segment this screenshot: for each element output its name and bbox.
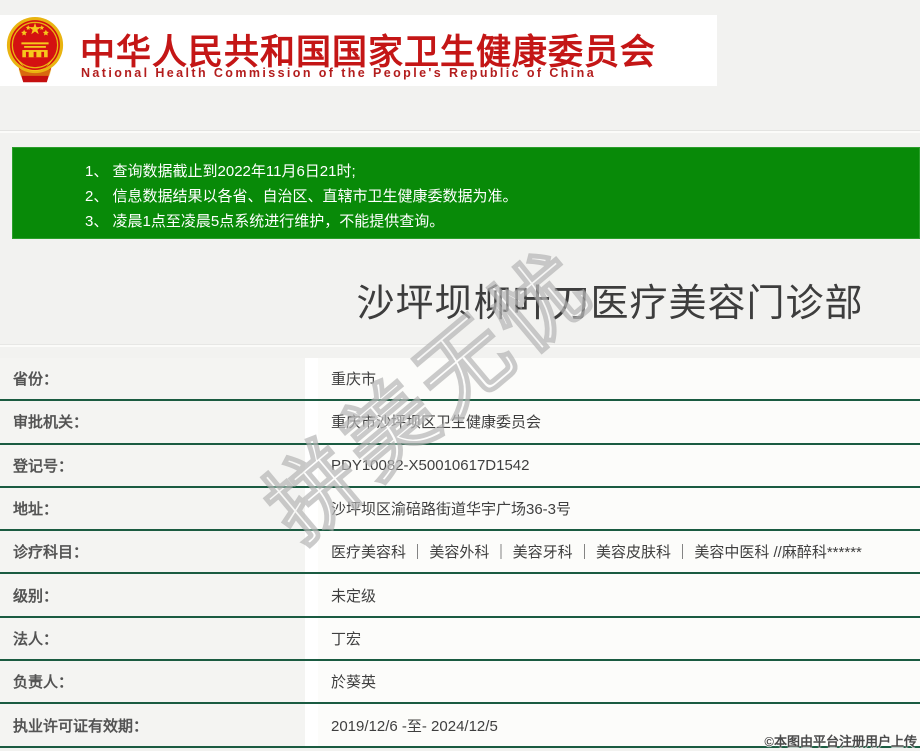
field-value-approval-authority: 重庆市沙坪坝区卫生健康委员会 <box>318 401 920 443</box>
header-divider <box>0 130 920 133</box>
field-value-medical-subjects: 医疗美容科 ｜ 美容外科 ｜ 美容牙科 ｜ 美容皮肤科 ｜ 美容中医科 //麻醉… <box>318 531 920 573</box>
field-label-level: 级别： <box>0 574 305 616</box>
nhc-query-result-page: 中华人民共和国国家卫生健康委员会 National Health Commiss… <box>0 0 920 751</box>
field-value-responsible-person: 於葵英 <box>318 661 920 703</box>
field-label-legal-person: 法人： <box>0 617 305 660</box>
notice-box: 1、 查询数据截止到2022年11月6日21时; 2、 信息数据结果以各省、自治… <box>12 147 920 239</box>
institution-info-table: 省份： 重庆市 审批机关： 重庆市沙坪坝区卫生健康委员会 登记号： PDY100… <box>0 358 920 748</box>
table-row-registration-number: 登记号： PDY10082-X50010617D1542 <box>0 444 920 488</box>
table-row-approval-authority: 审批机关： 重庆市沙坪坝区卫生健康委员会 <box>0 401 920 445</box>
column-gap <box>305 358 318 400</box>
field-label-approval-authority: 审批机关： <box>0 401 305 443</box>
field-value-province: 重庆市 <box>318 358 920 400</box>
column-gap <box>305 531 318 573</box>
field-value-legal-person: 丁宏 <box>318 617 920 660</box>
notice-line-3: 3、 凌晨1点至凌晨5点系统进行维护，不能提供查询。 <box>85 213 445 230</box>
field-value-level: 未定级 <box>318 574 920 616</box>
column-gap <box>305 617 318 660</box>
table-row-province: 省份： 重庆市 <box>0 358 920 402</box>
notice-line-2: 2、 信息数据结果以各省、自治区、直辖市卫生健康委数据为准。 <box>85 188 518 205</box>
column-gap <box>305 661 318 703</box>
site-header: 中华人民共和国国家卫生健康委员会 National Health Commiss… <box>0 15 717 86</box>
table-row-legal-person: 法人： 丁宏 <box>0 617 920 662</box>
column-gap <box>305 704 318 746</box>
column-gap <box>305 574 318 616</box>
field-label-registration-number: 登记号： <box>0 444 305 486</box>
notice-line-1: 1、 查询数据截止到2022年11月6日21时; <box>85 163 356 180</box>
table-row-address: 地址： 沙坪坝区渝碚路街道华宇广场36-3号 <box>0 487 920 532</box>
china-national-emblem-icon <box>6 15 64 86</box>
upload-attribution-stamp: ©本图由平台注册用户上传 <box>764 734 917 749</box>
institution-name-title: 沙坪坝柳叶刀医疗美容门诊部 <box>356 283 864 325</box>
field-value-address: 沙坪坝区渝碚路街道华宇广场36-3号 <box>318 487 920 530</box>
column-gap <box>305 401 318 443</box>
field-label-medical-subjects: 诊疗科目： <box>0 531 305 573</box>
table-row-medical-subjects: 诊疗科目： 医疗美容科 ｜ 美容外科 ｜ 美容牙科 ｜ 美容皮肤科 ｜ 美容中医… <box>0 531 920 575</box>
field-label-address: 地址： <box>0 487 305 530</box>
field-value-registration-number: PDY10082-X50010617D1542 <box>318 444 920 486</box>
table-row-level: 级别： 未定级 <box>0 574 920 618</box>
field-label-province: 省份： <box>0 358 305 400</box>
field-label-license-validity: 执业许可证有效期： <box>0 704 305 746</box>
table-row-responsible-person: 负责人： 於葵英 <box>0 661 920 705</box>
column-gap <box>305 444 318 486</box>
column-gap <box>305 487 318 530</box>
header-title-english: National Health Commission of the People… <box>81 66 597 80</box>
field-label-responsible-person: 负责人： <box>0 661 305 703</box>
table-top-divider <box>0 344 920 347</box>
